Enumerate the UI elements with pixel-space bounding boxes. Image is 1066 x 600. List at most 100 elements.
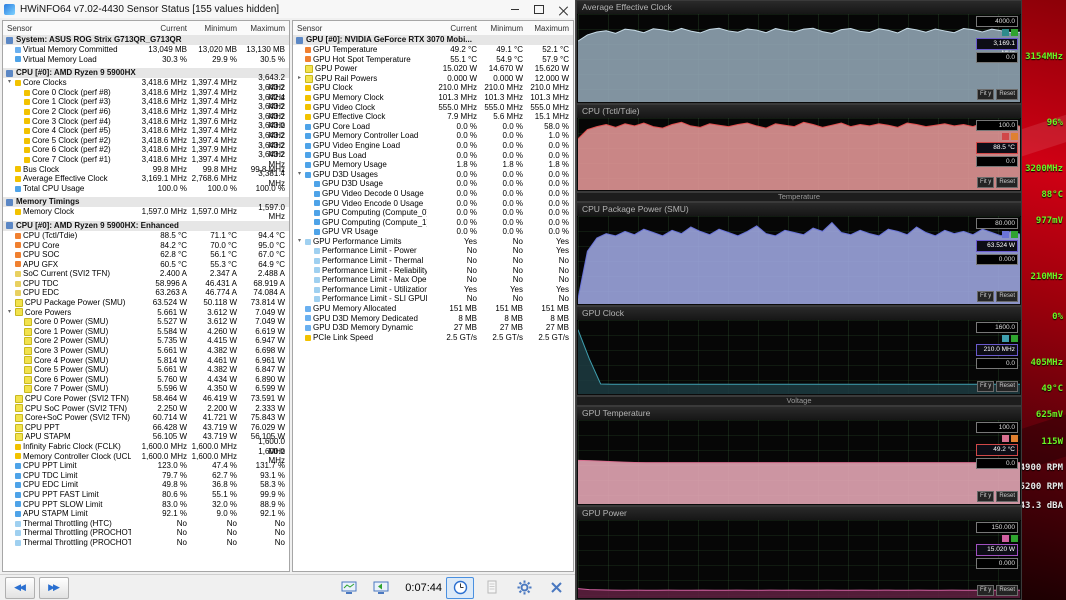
column-header-row[interactable]: Sensor Current Minimum Maximum [3, 21, 289, 36]
reset-button[interactable]: Reset [996, 291, 1018, 302]
tree-expander-icon[interactable]: ▸ [296, 74, 303, 84]
sensor-row[interactable]: CPU Core84.2 °C70.0 °C95.0 °C [3, 241, 289, 251]
hidden-graph-temperature[interactable]: Temperature [576, 192, 1022, 202]
sensor-row[interactable]: GPU Computing (Compute_0) Usage0.0 %0.0 … [293, 208, 573, 218]
sensor-row[interactable]: GPU D3D Usage0.0 %0.0 %0.0 % [293, 179, 573, 189]
tree-expander-icon[interactable]: ▾ [6, 78, 13, 88]
y-max-box[interactable]: 150.000 [976, 522, 1018, 533]
previous-page-button[interactable]: ◀◀ [5, 577, 35, 599]
sensor-row[interactable]: Thermal Throttling (PROCHOT CPU)NoNoNo [3, 528, 289, 538]
fit-y-button[interactable]: Fit y [977, 381, 994, 392]
reset-button[interactable]: Reset [996, 491, 1018, 502]
graph-gpu-temperature[interactable]: GPU Temperature 100.0 49.2 °C 0.0 Fit yR… [576, 406, 1022, 506]
next-page-button[interactable]: ▶▶ [39, 577, 69, 599]
sensor-row[interactable]: GPU VR Usage0.0 %0.0 %0.0 % [293, 227, 573, 237]
sensor-row[interactable]: GPU Memory Usage1.8 %1.8 %1.8 % [293, 160, 573, 170]
y-min-box[interactable]: 0.0 [976, 52, 1018, 63]
graph-title[interactable]: GPU Temperature [577, 407, 1021, 421]
sensor-row[interactable]: GPU Core Load0.0 %0.0 %58.0 % [293, 122, 573, 132]
sensor-row[interactable]: Virtual Memory Committed13,049 MB13,020 … [3, 45, 289, 55]
sensor-row[interactable]: Core 5 Power (SMU)5.661 W4.382 W6.847 W [3, 365, 289, 375]
sensor-row[interactable]: CPU EDC63.263 A46.774 A74.084 A [3, 288, 289, 298]
sensor-row[interactable]: CPU Package Power (SMU)63.524 W50.118 W7… [3, 298, 289, 308]
sensor-row[interactable]: Thermal Throttling (PROCHOT EXT)NoNoNo [3, 538, 289, 548]
sensor-row[interactable]: Performance Limit - PowerNoNoYes [293, 246, 573, 256]
column-minimum[interactable]: Minimum [481, 24, 527, 33]
sensor-row[interactable]: GPU Video Clock555.0 MHz555.0 MHz555.0 M… [293, 103, 573, 113]
sensor-row[interactable]: GPU Memory Clock101.3 MHz101.3 MHz101.3 … [293, 93, 573, 103]
column-current[interactable]: Current [131, 24, 191, 33]
sensor-row[interactable]: Performance Limit - Max Operating Volt..… [293, 275, 573, 285]
sensor-row[interactable]: GPU D3D Memory Dynamic27 MB27 MB27 MB [293, 323, 573, 333]
graph-title[interactable]: Average Effective Clock [577, 1, 1021, 15]
sensor-row[interactable]: GPU Video Encode 0 Usage0.0 %0.0 %0.0 % [293, 199, 573, 209]
sensor-row[interactable]: Memory Clock1,597.0 MHz1,597.0 MHz1,597.… [3, 207, 289, 217]
sensor-row[interactable]: CPU Core Power (SVI2 TFN)58.464 W46.419 … [3, 394, 289, 404]
sensor-group-row[interactable]: GPU [#0]: NVIDIA GeForce RTX 3070 Mobi..… [293, 35, 573, 45]
sensor-row[interactable]: CPU SoC Power (SVI2 TFN)2.250 W2.200 W2.… [3, 404, 289, 414]
sensor-row[interactable]: CPU (Tctl/Tdie)88.5 °C71.1 °C94.4 °C [3, 231, 289, 241]
sensor-row[interactable]: APU GFX60.5 °C55.3 °C64.9 °C [3, 260, 289, 270]
sensor-row[interactable]: CPU PPT Limit123.0 %47.4 %131.7 % [3, 461, 289, 471]
sensor-row[interactable]: Thermal Throttling (HTC)NoNoNo [3, 519, 289, 529]
graph-title[interactable]: CPU Package Power (SMU) [577, 203, 1021, 217]
sensor-row[interactable]: Average Effective Clock3,169.1 MHz2,768.… [3, 174, 289, 184]
maximize-button[interactable] [527, 1, 551, 18]
sensor-row[interactable]: CPU TDC Limit79.7 %62.7 %93.1 % [3, 471, 289, 481]
sensor-row[interactable]: CPU TDC58.996 A46.431 A68.919 A [3, 279, 289, 289]
graph-title[interactable]: GPU Power [577, 507, 1021, 521]
sensor-row[interactable]: ▾GPU D3D Usages0.0 %0.0 %0.0 % [293, 170, 573, 180]
sensor-row[interactable]: GPU Memory Controller Load0.0 %0.0 %1.0 … [293, 131, 573, 141]
fit-y-button[interactable]: Fit y [977, 89, 994, 100]
sensor-row[interactable]: GPU Hot Spot Temperature55.1 °C54.9 °C57… [293, 55, 573, 65]
sensor-row[interactable]: ▸GPU Rail Powers0.000 W0.000 W12.000 W [293, 74, 573, 84]
graph-gpu-power[interactable]: GPU Power 150.000 15.020 W 0.000 Fit yRe… [576, 506, 1022, 600]
column-maximum[interactable]: Maximum [241, 24, 289, 33]
sensor-row[interactable]: Core 3 Power (SMU)5.661 W4.382 W6.698 W [3, 346, 289, 356]
clock-mode-button[interactable] [446, 577, 474, 599]
tree-expander-icon[interactable]: ▾ [296, 170, 303, 180]
sensor-row[interactable]: Virtual Memory Load30.3 %29.9 %30.5 % [3, 55, 289, 65]
sensor-row[interactable]: GPU Memory Allocated151 MB151 MB151 MB [293, 304, 573, 314]
tree-expander-icon[interactable]: ▾ [6, 308, 13, 318]
sensor-row[interactable]: CPU PPT SLOW Limit83.0 %32.0 %88.9 % [3, 500, 289, 510]
sensor-row[interactable]: APU STAPM Limit92.1 %9.0 %92.1 % [3, 509, 289, 519]
y-min-box[interactable]: 0.000 [976, 558, 1018, 569]
sensor-row[interactable]: GPU Power15.020 W14.670 W15.620 W [293, 64, 573, 74]
sensor-row[interactable]: PCIe Link Speed2.5 GT/s2.5 GT/s2.5 GT/s [293, 333, 573, 343]
y-min-box[interactable]: 0.0 [976, 156, 1018, 167]
column-maximum[interactable]: Maximum [527, 24, 573, 33]
sensor-row[interactable]: Memory Controller Clock (UCLK)1,600.0 MH… [3, 452, 289, 462]
sensor-row[interactable]: CPU PPT FAST Limit80.6 %55.1 %99.9 % [3, 490, 289, 500]
settings-button[interactable] [510, 577, 538, 599]
fit-y-button[interactable]: Fit y [977, 177, 994, 188]
minimize-button[interactable] [503, 1, 527, 18]
y-min-box[interactable]: 0.0 [976, 458, 1018, 469]
sensor-row[interactable]: Performance Limit - SLI GPUBoost SyncNoN… [293, 294, 573, 304]
graph-cpu-tctl-tdie[interactable]: CPU (Tctl/Tdie) 100.0 88.5 °C 0.0 Fit yR… [576, 104, 1022, 192]
close-sensors-button[interactable] [542, 577, 570, 599]
column-header-row[interactable]: Sensor Current Minimum Maximum [293, 21, 573, 36]
reset-button[interactable]: Reset [996, 381, 1018, 392]
sensor-row[interactable]: GPU Temperature49.2 °C49.1 °C52.1 °C [293, 45, 573, 55]
sensor-group-row[interactable]: System: ASUS ROG Strix G713QR_G713QR [3, 35, 289, 45]
sensor-row[interactable]: CPU EDC Limit49.8 %36.8 %58.3 % [3, 480, 289, 490]
sensor-row[interactable]: Core+SoC Power (SVI2 TFN)60.714 W41.721 … [3, 413, 289, 423]
sensor-row[interactable]: Core 0 Power (SMU)5.527 W3.612 W7.049 W [3, 317, 289, 327]
sensor-row[interactable]: Core 2 Power (SMU)5.735 W4.415 W6.947 W [3, 336, 289, 346]
sensor-row[interactable]: GPU D3D Memory Dedicated8 MB8 MB8 MB [293, 314, 573, 324]
sensor-row[interactable]: Performance Limit - UtilizationYesYesYes [293, 285, 573, 295]
sensor-row[interactable]: Core 1 Power (SMU)5.584 W4.260 W6.619 W [3, 327, 289, 337]
graph-title[interactable]: CPU (Tctl/Tdie) [577, 105, 1021, 119]
y-min-box[interactable]: 0.0 [976, 358, 1018, 369]
fit-y-button[interactable]: Fit y [977, 491, 994, 502]
y-max-box[interactable]: 100.0 [976, 422, 1018, 433]
sensor-row[interactable]: Core 6 Power (SMU)5.760 W4.434 W6.890 W [3, 375, 289, 385]
sensor-row[interactable]: GPU Computing (Compute_1) Usage0.0 %0.0 … [293, 218, 573, 228]
column-current[interactable]: Current [427, 24, 481, 33]
y-min-box[interactable]: 0.000 [976, 254, 1018, 265]
hidden-graph-voltage[interactable]: Voltage [576, 396, 1022, 406]
sensor-row[interactable]: Core 7 Clock (perf #1)3,418.6 MHz1,397.4… [3, 155, 289, 165]
y-max-box[interactable]: 1600.0 [976, 322, 1018, 333]
fit-y-button[interactable]: Fit y [977, 585, 994, 596]
